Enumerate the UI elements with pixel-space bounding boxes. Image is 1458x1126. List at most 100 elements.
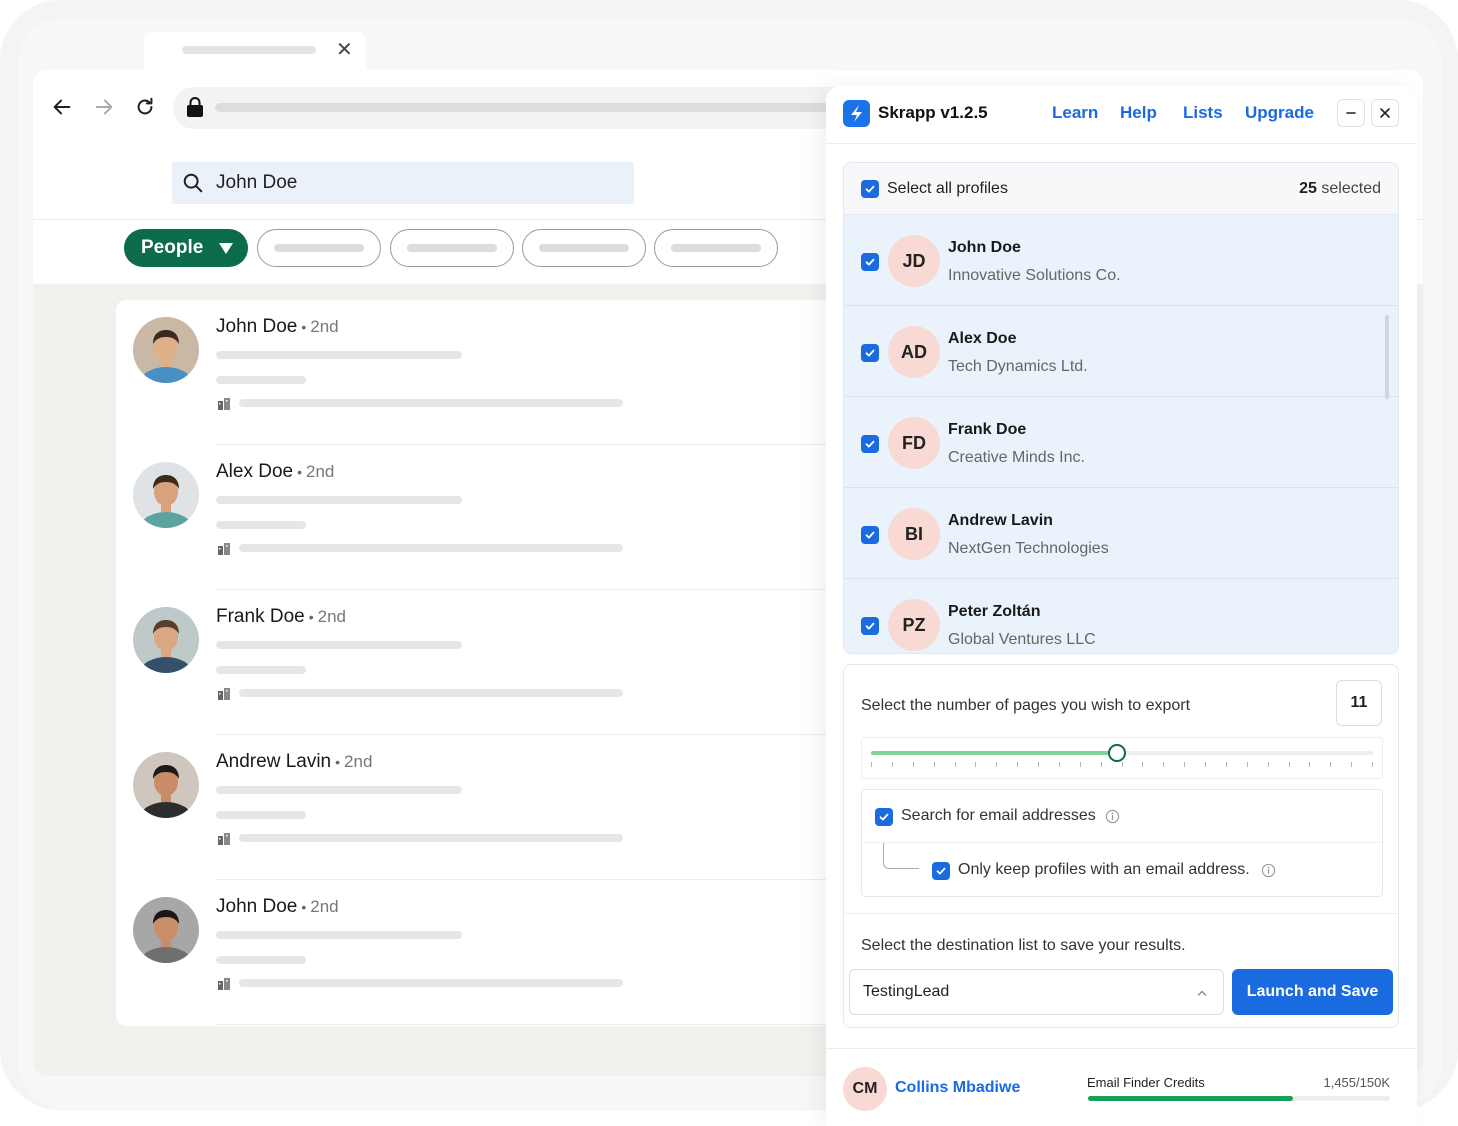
close-panel-button[interactable]: [1371, 99, 1399, 127]
company-placeholder: [239, 399, 623, 407]
search-input[interactable]: [216, 162, 616, 204]
profile-checkbox[interactable]: [861, 526, 879, 544]
search-icon: [183, 173, 203, 193]
profile-row[interactable]: JD John Doe Innovative Solutions Co.: [844, 215, 1398, 306]
scrollbar[interactable]: [1385, 315, 1389, 399]
result-row[interactable]: Andrew Lavin • 2nd: [116, 735, 876, 880]
filter-chip-4[interactable]: [654, 229, 778, 267]
close-icon[interactable]: ✕: [336, 38, 353, 62]
profile-checkbox[interactable]: [861, 344, 879, 362]
slider-thumb[interactable]: [1107, 744, 1126, 762]
company-placeholder: [239, 979, 623, 987]
select-all-row[interactable]: Select all profiles 25 selected: [844, 163, 1398, 215]
result-name[interactable]: John Doe: [216, 896, 297, 917]
filter-chip-3[interactable]: [522, 229, 646, 267]
profile-row[interactable]: BI Andrew Lavin NextGen Technologies: [844, 488, 1398, 579]
profile-checkbox[interactable]: [861, 617, 879, 635]
company-icon: [218, 688, 230, 700]
profiles-list[interactable]: JD John Doe Innovative Solutions Co. AD Alex…: [844, 215, 1398, 653]
app-title: Skrapp v1.2.5: [878, 103, 988, 122]
slider-tick: [912, 762, 914, 767]
learn-link[interactable]: Learn: [1052, 103, 1098, 123]
result-name[interactable]: John Doe: [216, 316, 297, 337]
separator-dot: •: [301, 899, 307, 915]
only-email-checkbox[interactable]: [932, 862, 950, 880]
check-icon: [936, 867, 946, 875]
destination-select[interactable]: TestingLead: [849, 969, 1224, 1015]
email-search-checkbox[interactable]: [875, 808, 893, 826]
profile-checkbox[interactable]: [861, 435, 879, 453]
separator-dot: •: [301, 319, 307, 335]
user-avatar[interactable]: CM: [843, 1067, 887, 1111]
profiles-box: Select all profiles 25 selected JD John D…: [843, 162, 1399, 654]
slider-tick: [996, 762, 998, 767]
selected-count-number: 25: [1299, 180, 1317, 197]
result-name[interactable]: Andrew Lavin: [216, 751, 331, 772]
search-box[interactable]: [172, 162, 634, 204]
minimize-button[interactable]: [1337, 99, 1365, 127]
profile-photo[interactable]: [133, 897, 199, 963]
back-arrow-icon[interactable]: [49, 94, 75, 120]
result-row[interactable]: John Doe • 2nd: [116, 880, 876, 1025]
credits-progress-bar: [1088, 1096, 1390, 1101]
browser-tab[interactable]: ✕: [144, 32, 366, 74]
slider-tick: [1079, 762, 1081, 767]
profile-initials: JD: [888, 235, 940, 287]
company-icon: [218, 833, 230, 845]
pages-label: Select the number of pages you wish to e…: [861, 697, 1191, 714]
slider-tick: [1330, 762, 1332, 767]
profile-initials: BI: [888, 508, 940, 560]
profile-photo[interactable]: [133, 317, 199, 383]
info-icon[interactable]: [1105, 809, 1120, 824]
pages-slider[interactable]: [861, 737, 1383, 779]
connector-line: [883, 843, 919, 869]
chip-placeholder: [407, 244, 497, 252]
connection-degree: 2nd: [306, 462, 335, 481]
email-search-row[interactable]: Search for email addresses: [862, 790, 1382, 843]
profile-photo[interactable]: [133, 607, 199, 673]
help-link[interactable]: Help: [1120, 103, 1157, 123]
people-filter-button[interactable]: People: [124, 229, 248, 267]
result-row[interactable]: Frank Doe • 2nd: [116, 590, 876, 735]
panel-header: Skrapp v1.2.5 Learn Help Lists Upgrade: [826, 86, 1417, 144]
profile-row[interactable]: AD Alex Doe Tech Dynamics Ltd.: [844, 306, 1398, 397]
profile-checkbox[interactable]: [861, 253, 879, 271]
headline-placeholder: [216, 786, 462, 794]
headline-placeholder: [216, 641, 462, 649]
profile-row[interactable]: PZ Peter Zoltán Global Ventures LLC: [844, 579, 1398, 653]
profile-name: John Doe: [948, 239, 1021, 256]
upgrade-link[interactable]: Upgrade: [1245, 103, 1314, 123]
profile-photo[interactable]: [133, 752, 199, 818]
export-settings: Select the number of pages you wish to e…: [843, 664, 1399, 1028]
slider-track[interactable]: [871, 744, 1373, 762]
result-row[interactable]: Alex Doe • 2nd: [116, 445, 876, 590]
result-row[interactable]: John Doe • 2nd: [116, 300, 876, 445]
profile-company: Creative Minds Inc.: [948, 449, 1085, 466]
info-icon[interactable]: [1261, 863, 1276, 878]
pages-value[interactable]: 11: [1336, 680, 1382, 726]
slider-tick: [1246, 762, 1248, 767]
profile-row[interactable]: FD Frank Doe Creative Minds Inc.: [844, 397, 1398, 488]
headline-placeholder: [216, 496, 462, 504]
profile-name: Alex Doe: [948, 330, 1017, 347]
profile-photo[interactable]: [133, 462, 199, 528]
credits-value: 1,455/150K: [1323, 1075, 1390, 1090]
select-all-checkbox[interactable]: [861, 180, 879, 198]
result-name[interactable]: Frank Doe: [216, 606, 305, 627]
destination-label: Select the destination list to save your…: [861, 937, 1186, 954]
filter-chip-1[interactable]: [257, 229, 381, 267]
forward-arrow-icon[interactable]: [91, 94, 117, 120]
check-icon: [865, 531, 875, 539]
user-name[interactable]: Collins Mbadiwe: [895, 1079, 1020, 1097]
filter-chip-2[interactable]: [390, 229, 514, 267]
profile-company: Innovative Solutions Co.: [948, 267, 1121, 284]
results-card: John Doe • 2nd Alex Doe • 2nd Frank Doe • 2nd And…: [116, 300, 876, 1026]
result-name[interactable]: Alex Doe: [216, 461, 293, 482]
slider-fill: [871, 751, 1117, 755]
lists-link[interactable]: Lists: [1183, 103, 1223, 123]
result-name-line: Alex Doe • 2nd: [216, 461, 334, 483]
company-placeholder: [239, 544, 623, 552]
reload-icon[interactable]: [132, 94, 158, 120]
launch-and-save-button[interactable]: Launch and Save: [1232, 969, 1393, 1015]
company-placeholder: [239, 834, 623, 842]
